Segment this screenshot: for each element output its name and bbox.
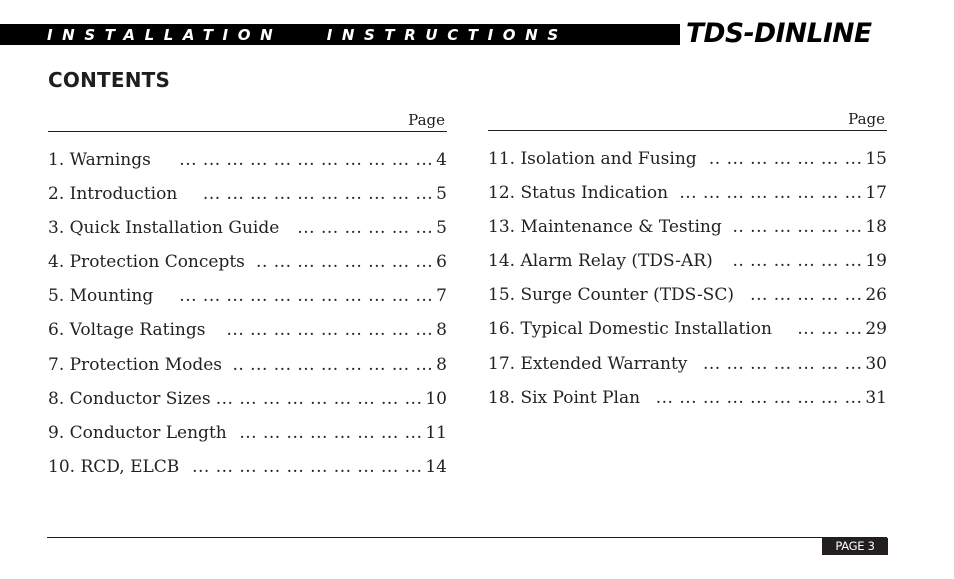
toc-entry-leader: ... ... ... ... ... ... ... ... ... [215,388,423,409]
toc-list: 11. Isolation and Fusing .. ... ... ... .… [488,148,887,421]
toc-entry-page-number: 6 [436,252,447,273]
toc-entry-leader: ... ... ... ... ... ... ... ... ... [655,387,863,408]
toc-entry[interactable]: 2. Introduction ... ... ... ... ... ... .… [48,183,447,217]
toc-entry[interactable]: 12. Status Indication ... ... ... ... ...… [488,182,887,216]
toc-entry-title: 8. Conductor Sizes [48,388,211,409]
toc-entry-page-number: 15 [865,149,887,169]
page-column-header: Page [488,108,887,131]
toc-entry-page-number: 11 [425,422,447,443]
toc-entry-page-number: 8 [436,354,447,375]
toc-entry-page-number: 8 [436,320,447,341]
toc-entry-leader: .. ... ... ... ... ... [732,251,863,272]
page-column-header: Page [48,109,447,132]
toc-entry-page-number: 31 [865,387,887,408]
toc-entry-title: 15. Surge Counter (TDS-SC) [488,285,734,306]
toc-entry-page-number: 5 [436,218,447,239]
toc-entry-leader: ... ... ... ... ... ... ... ... [239,422,423,443]
toc-entry[interactable]: 16. Typical Domestic Installation ... ...… [488,318,887,352]
toc-entry-title: 10. RCD, ELCB [48,456,180,477]
toc-entry-leader: ... ... ... ... ... ... ... ... ... ... [192,456,423,477]
toc-entry-leader: ... ... ... ... ... ... ... ... ... [226,320,434,341]
page-number-badge: PAGE 3 [822,538,888,555]
toc-entry[interactable]: 18. Six Point Plan ... ... ... ... ... ..… [488,387,887,421]
toc-entry[interactable]: 5. Mounting ... ... ... ... ... ... ... .… [48,285,447,319]
toc-entry-leader: .. ... ... ... ... ... ... ... [256,252,434,273]
toc-entry-title: 6. Voltage Ratings [48,320,206,341]
toc-entry-page-number: 14 [425,456,447,477]
toc-entry[interactable]: 17. Extended Warranty ... ... ... ... ...… [488,353,887,387]
toc-entry-page-number: 29 [865,319,887,340]
toc-entry-title: 17. Extended Warranty [488,353,688,374]
toc-entry-page-number: 4 [436,150,447,170]
toc-entry-title: 7. Protection Modes [48,354,223,375]
toc-entry[interactable]: 4. Protection Concepts .. ... ... ... ...… [48,251,447,285]
toc-entry[interactable]: 1. Warnings ... ... ... ... ... ... ... .… [48,149,447,183]
toc-entry[interactable]: 6. Voltage Ratings ... ... ... ... ... ..… [48,319,447,353]
toc-entry[interactable]: 9. Conductor Length ... ... ... ... ... .… [48,422,447,456]
toc-entry-title: 4. Protection Concepts [48,252,245,273]
toc-entry-leader: .. ... ... ... ... ... [732,217,863,238]
toc-entry-page-number: 18 [865,217,887,238]
toc-entry[interactable]: 14. Alarm Relay (TDS-AR) .. ... ... ... .… [488,250,887,284]
toc-entry-leader: .. ... ... ... ... ... ... ... ... [232,354,434,375]
toc-entry-page-number: 5 [436,184,447,205]
toc-entry-title: 2. Introduction [48,184,178,205]
page-title: CONTENTS [48,68,171,92]
toc-entry-title: 11. Isolation and Fusing [488,149,697,169]
contents-left-column: Page 1. Warnings ... ... ... ... ... ... … [48,109,447,490]
toc-entry-title: 12. Status Indication [488,183,669,204]
toc-entry-leader: .. ... ... ... ... ... ... [708,149,863,169]
toc-entry-title: 1. Warnings [48,150,151,170]
toc-entry-page-number: 30 [865,353,887,374]
toc-entry[interactable]: 8. Conductor Sizes... ... ... ... ... ..… [48,388,447,422]
toc-entry-title: 3. Quick Installation Guide [48,218,280,239]
toc-list: 1. Warnings ... ... ... ... ... ... ... .… [48,149,447,490]
toc-entry-title: 16. Typical Domestic Installation [488,319,772,340]
toc-entry-title: 5. Mounting [48,286,154,307]
toc-entry-leader: ... ... ... [797,319,863,340]
toc-entry-leader: ... ... ... ... ... ... ... [702,353,863,374]
toc-entry[interactable]: 15. Surge Counter (TDS-SC) ... ... ... ..… [488,284,887,318]
toc-entry-title: 18. Six Point Plan [488,387,641,408]
toc-entry-leader: ... ... ... ... ... ... ... ... [679,183,863,204]
toc-entry-leader: ... ... ... ... ... [750,285,863,306]
toc-entry-leader: ... ... ... ... ... ... ... ... ... ... … [179,286,434,307]
toc-entry-leader: ... ... ... ... ... ... ... ... ... ... … [179,150,434,170]
toc-entry-page-number: 7 [436,286,447,307]
toc-entry[interactable]: 10. RCD, ELCB ... ... ... ... ... ... ...… [48,456,447,490]
footer-divider [47,537,887,538]
contents-right-column: Page 11. Isolation and Fusing .. ... ... … [488,108,887,421]
header-title: INSTALLATION INSTRUCTIONS [47,26,568,44]
toc-entry-leader: ... ... ... ... ... ... [297,218,434,239]
toc-entry[interactable]: 11. Isolation and Fusing .. ... ... ... .… [488,148,887,182]
toc-entry-title: 9. Conductor Length [48,422,227,443]
toc-entry-page-number: 26 [865,285,887,306]
toc-entry[interactable]: 13. Maintenance & Testing .. ... ... ... … [488,216,887,250]
toc-entry[interactable]: 3. Quick Installation Guide ... ... ... .… [48,217,447,251]
toc-entry-title: 14. Alarm Relay (TDS-AR) [488,251,713,272]
toc-entry-page-number: 10 [425,388,447,409]
brand-logo: TDS-DINLINE [686,18,872,49]
toc-entry[interactable]: 7. Protection Modes .. ... ... ... ... ..… [48,354,447,388]
toc-entry-title: 13. Maintenance & Testing [488,217,722,238]
toc-entry-page-number: 19 [865,251,887,272]
toc-entry-page-number: 17 [865,183,887,204]
toc-entry-leader: ... ... ... ... ... ... ... ... ... ... [202,184,434,205]
